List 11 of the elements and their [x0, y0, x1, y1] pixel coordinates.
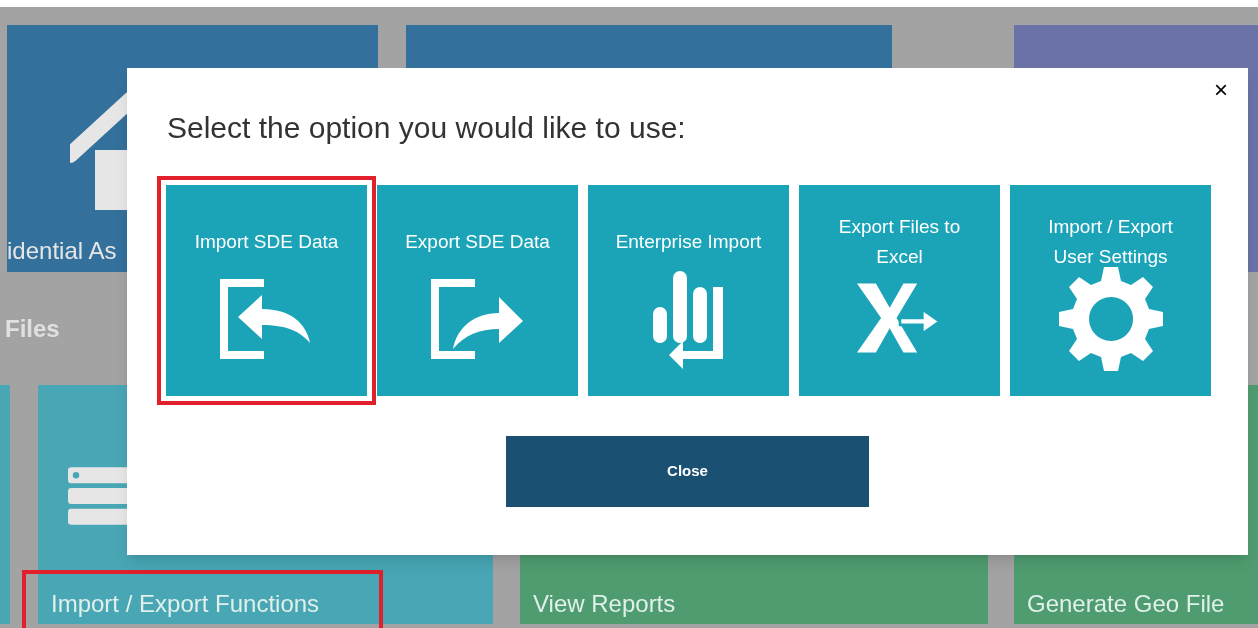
tile-label: Generate Geo File: [1027, 589, 1225, 619]
export-icon: [430, 279, 525, 359]
section-heading: Files: [5, 313, 60, 344]
close-button[interactable]: ×: [1214, 78, 1228, 102]
gear-icon: [1058, 267, 1163, 371]
tile-label: idential As: [7, 236, 117, 266]
dialog-title: Select the option you would like to use:: [167, 110, 686, 146]
tile-label: View Reports: [533, 589, 676, 619]
option-tile[interactable]: Import SDE Data: [157, 176, 376, 405]
close-button[interactable]: Close: [506, 436, 869, 507]
tile-label: Import / Export Functions: [51, 589, 320, 619]
